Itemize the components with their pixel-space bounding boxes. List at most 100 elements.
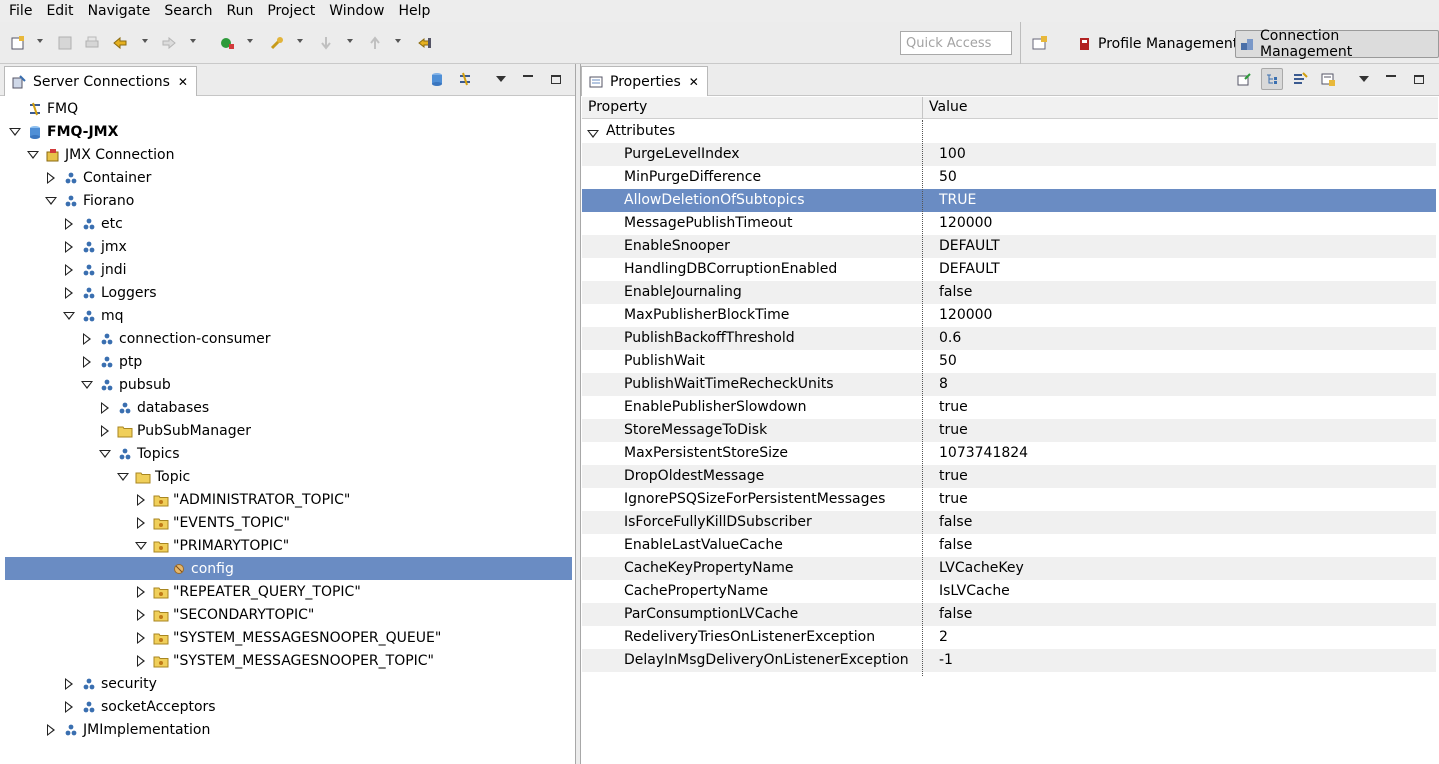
- expand-toggle-icon[interactable]: [135, 585, 147, 598]
- expand-toggle-icon[interactable]: [135, 516, 147, 529]
- property-row[interactable]: EnablePublisherSlowdown true: [582, 396, 1436, 419]
- tools-dropdown-icon[interactable]: [297, 39, 303, 43]
- expand-toggle-icon[interactable]: [63, 700, 75, 713]
- open-perspective-icon[interactable]: [1031, 35, 1049, 51]
- tree-item[interactable]: "SECONDARYTOPIC": [5, 603, 572, 626]
- expand-toggle-icon[interactable]: [135, 608, 147, 621]
- property-value[interactable]: false: [939, 606, 972, 622]
- tree-item[interactable]: "SYSTEM_MESSAGESNOOPER_QUEUE": [5, 626, 572, 649]
- tree-item[interactable]: socketAcceptors: [5, 695, 572, 718]
- property-value[interactable]: false: [939, 514, 972, 530]
- property-row[interactable]: PurgeLevelIndex 100: [582, 143, 1436, 166]
- tree-item[interactable]: config: [5, 557, 572, 580]
- tree-item[interactable]: "PRIMARYTOPIC": [5, 534, 572, 557]
- property-row[interactable]: PublishWait 50: [582, 350, 1436, 373]
- property-row[interactable]: HandlingDBCorruptionEnabled DEFAULT: [582, 258, 1436, 281]
- tree-item[interactable]: Topics: [5, 442, 572, 465]
- property-value[interactable]: 1073741824: [939, 445, 1028, 461]
- property-row[interactable]: DropOldestMessage true: [582, 465, 1436, 488]
- tree-item[interactable]: FMQ-JMX: [5, 120, 572, 143]
- property-row[interactable]: IsForceFullyKillDSubscriber false: [582, 511, 1436, 534]
- property-value[interactable]: 120000: [939, 215, 992, 231]
- property-row[interactable]: MaxPublisherBlockTime 120000: [582, 304, 1436, 327]
- tree-item[interactable]: Fiorano: [5, 189, 572, 212]
- expand-toggle-icon[interactable]: [45, 171, 57, 184]
- tree-item[interactable]: Loggers: [5, 281, 572, 304]
- tree-item[interactable]: JMX Connection: [5, 143, 572, 166]
- expand-toggle-icon[interactable]: [99, 424, 111, 437]
- view-menu-icon[interactable]: [493, 71, 509, 87]
- tree-item[interactable]: PubSubManager: [5, 419, 572, 442]
- last-edit-icon[interactable]: [416, 34, 434, 52]
- tree-item[interactable]: pubsub: [5, 373, 572, 396]
- tree-item[interactable]: Topic: [5, 465, 572, 488]
- property-row[interactable]: MinPurgeDifference 50: [582, 166, 1436, 189]
- property-value[interactable]: 120000: [939, 307, 992, 323]
- tools-icon[interactable]: [268, 34, 286, 52]
- menu-file[interactable]: File: [2, 1, 39, 21]
- minimize-icon[interactable]: [520, 71, 536, 87]
- tree-item[interactable]: databases: [5, 396, 572, 419]
- add-connection-icon[interactable]: [429, 71, 445, 87]
- show-advanced-icon[interactable]: [1292, 71, 1308, 87]
- expand-toggle-icon[interactable]: [63, 240, 75, 253]
- minimize-icon[interactable]: [1383, 71, 1399, 87]
- property-row[interactable]: PublishWaitTimeRecheckUnits 8: [582, 373, 1436, 396]
- expand-toggle-icon[interactable]: [135, 493, 147, 506]
- column-divider[interactable]: [922, 97, 923, 119]
- restore-default-icon[interactable]: [1320, 71, 1336, 87]
- property-value[interactable]: 8: [939, 376, 948, 392]
- tree-item[interactable]: mq: [5, 304, 572, 327]
- property-value[interactable]: 50: [939, 353, 957, 369]
- tree-item[interactable]: jmx: [5, 235, 572, 258]
- back-icon[interactable]: [111, 34, 129, 52]
- property-value[interactable]: true: [939, 422, 968, 438]
- tree-item[interactable]: ptp: [5, 350, 572, 373]
- view-menu-icon[interactable]: [1356, 71, 1372, 87]
- property-row[interactable]: EnableJournaling false: [582, 281, 1436, 304]
- new-icon[interactable]: [9, 34, 27, 52]
- tree-item[interactable]: JMImplementation: [5, 718, 572, 741]
- value-column-header[interactable]: Value: [929, 99, 967, 115]
- tree-item[interactable]: security: [5, 672, 572, 695]
- expand-toggle-icon[interactable]: [99, 401, 111, 414]
- property-row[interactable]: ParConsumptionLVCache false: [582, 603, 1436, 626]
- run-icon[interactable]: [218, 34, 236, 52]
- menu-navigate[interactable]: Navigate: [81, 1, 158, 21]
- property-row[interactable]: MaxPersistentStoreSize 1073741824: [582, 442, 1436, 465]
- connection-management-perspective[interactable]: Connection Management: [1235, 28, 1439, 60]
- property-row[interactable]: CachePropertyName IsLVCache: [582, 580, 1436, 603]
- property-value[interactable]: LVCacheKey: [939, 560, 1024, 576]
- expand-toggle-icon[interactable]: [63, 286, 75, 299]
- tree-item[interactable]: connection-consumer: [5, 327, 572, 350]
- server-connections-tab[interactable]: Server Connections ✕: [4, 66, 197, 96]
- property-row[interactable]: StoreMessageToDisk true: [582, 419, 1436, 442]
- show-categories-icon[interactable]: [1261, 68, 1283, 90]
- collapse-toggle-icon[interactable]: [9, 126, 21, 138]
- menu-run[interactable]: Run: [219, 1, 260, 21]
- collapse-toggle-icon[interactable]: [135, 540, 147, 552]
- property-row[interactable]: MessagePublishTimeout 120000: [582, 212, 1436, 235]
- property-row[interactable]: EnableLastValueCache false: [582, 534, 1436, 557]
- property-row[interactable]: IgnorePSQSizeForPersistentMessages true: [582, 488, 1436, 511]
- property-value[interactable]: 100: [939, 146, 966, 162]
- property-value[interactable]: 0.6: [939, 330, 961, 346]
- close-icon[interactable]: ✕: [178, 76, 188, 88]
- property-row[interactable]: AllowDeletionOfSubtopics TRUE: [582, 189, 1436, 212]
- pin-to-selection-icon[interactable]: [1236, 71, 1252, 87]
- profile-management-perspective[interactable]: Profile Management: [1074, 30, 1242, 58]
- tree-item[interactable]: "ADMINISTRATOR_TOPIC": [5, 488, 572, 511]
- property-row[interactable]: DelayInMsgDeliveryOnListenerException -1: [582, 649, 1436, 672]
- property-value[interactable]: DEFAULT: [939, 238, 1000, 254]
- expand-toggle-icon[interactable]: [63, 677, 75, 690]
- tree-item[interactable]: etc: [5, 212, 572, 235]
- property-row[interactable]: EnableSnooper DEFAULT: [582, 235, 1436, 258]
- property-value[interactable]: false: [939, 537, 972, 553]
- properties-tab[interactable]: Properties ✕: [581, 66, 708, 96]
- collapse-toggle-icon[interactable]: [81, 379, 93, 391]
- close-icon[interactable]: ✕: [689, 76, 699, 88]
- collapse-toggle-icon[interactable]: [45, 195, 57, 207]
- back-dropdown-icon[interactable]: [142, 39, 148, 43]
- expand-toggle-icon[interactable]: [81, 332, 93, 345]
- property-value[interactable]: true: [939, 399, 968, 415]
